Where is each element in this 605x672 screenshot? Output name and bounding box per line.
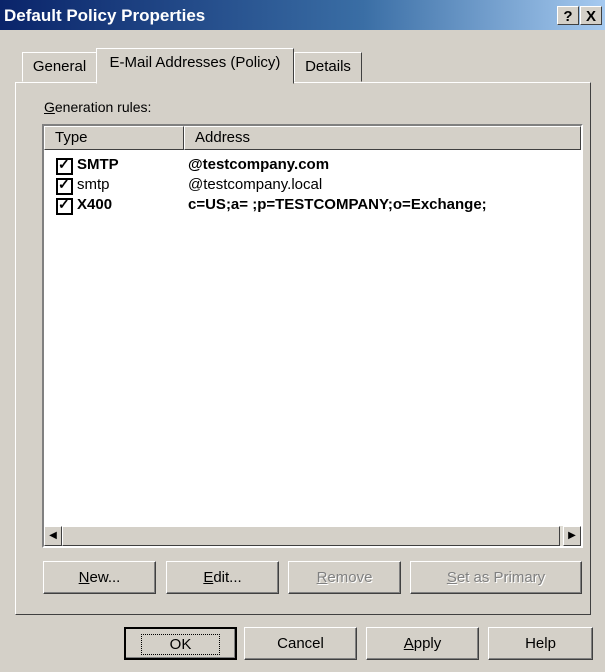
new-button[interactable]: New... [43,561,156,594]
apply-button[interactable]: Apply [366,627,479,660]
address-cell: c=US;a= ;p=TESTCOMPANY;o=Exchange; [188,196,487,213]
type-cell: X400 [77,196,113,213]
title-bar: Default Policy Properties ? X [0,0,605,30]
set-as-primary-button[interactable]: Set as Primary [410,561,582,594]
help-dialog-button[interactable]: Help [488,627,593,660]
close-button[interactable]: X [580,6,602,25]
cancel-button[interactable]: Cancel [244,627,357,660]
list-item[interactable]: SMTP @testcompany.com [44,156,581,176]
checkbox[interactable] [56,196,73,215]
column-header-type[interactable]: Type [44,126,184,150]
remove-button[interactable]: Remove [288,561,401,594]
checkbox[interactable] [56,156,73,175]
type-cell: SMTP [77,156,119,173]
ok-button[interactable]: OK [124,627,237,660]
window-title: Default Policy Properties [4,6,206,25]
tab-details[interactable]: Details [294,52,362,82]
type-cell: smtp [77,176,110,193]
list-item[interactable]: smtp @testcompany.local [44,176,581,196]
generation-rules-list[interactable]: Type Address SMTP @testcompany.com smtp … [42,124,583,548]
list-item[interactable]: X400 c=US;a= ;p=TESTCOMPANY;o=Exchange; [44,196,581,216]
horizontal-scrollbar[interactable]: ◀ ▶ [44,526,581,546]
help-button[interactable]: ? [557,6,579,25]
checkbox[interactable] [56,176,73,195]
arrow-right-icon: ▶ [568,530,576,541]
address-cell: @testcompany.local [188,176,323,193]
scroll-left-button[interactable]: ◀ [44,526,62,546]
tab-general[interactable]: General [22,52,97,82]
edit-button[interactable]: Edit... [166,561,279,594]
scroll-right-button[interactable]: ▶ [563,526,581,546]
arrow-left-icon: ◀ [49,530,57,541]
scroll-thumb[interactable] [62,526,560,546]
tab-email-addresses[interactable]: E-Mail Addresses (Policy) [96,48,294,84]
list-header: Type Address [44,126,581,150]
generation-rules-label: Generation rules: [44,99,152,115]
address-cell: @testcompany.com [188,156,330,173]
column-header-address[interactable]: Address [184,126,581,150]
